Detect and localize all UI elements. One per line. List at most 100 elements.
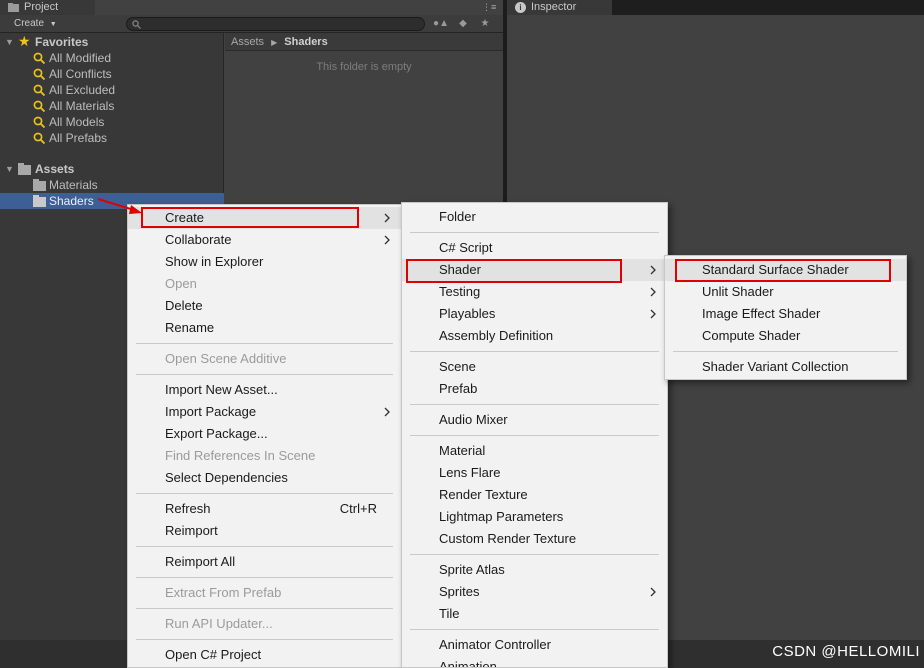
menu-item-label: C# Script [439,240,493,255]
menu-item-prefab[interactable]: Prefab [402,378,667,400]
filter-by-label-icon[interactable]: ◆ [454,17,472,31]
assets-header[interactable]: ▼ Assets [0,161,224,177]
tab-project[interactable]: Project [0,0,95,15]
menu-item-animator-controller[interactable]: Animator Controller [402,634,667,656]
annotation-box-shader [406,259,622,283]
menu-item-animation[interactable]: Animation [402,656,667,667]
menu-separator [136,639,393,640]
menu-item-open-csharp-project[interactable]: Open C# Project [128,644,401,666]
menu-separator [410,554,659,555]
menu-item-label: Rename [165,320,215,335]
menu-item-lightmap-parameters[interactable]: Lightmap Parameters [402,506,667,528]
search-icon [33,100,46,112]
folder-icon [33,179,46,191]
menu-item-label: Sprite Atlas [439,562,505,577]
menu-item-import-new-asset[interactable]: Import New Asset... [128,379,401,401]
favorite-label: All Materials [49,99,115,113]
menu-item-label: Import New Asset... [165,382,278,397]
search-input[interactable] [126,17,425,31]
menu-item-label: Prefab [439,381,478,396]
breadcrumb-current[interactable]: Shaders [284,36,327,48]
menu-item-assembly-definition[interactable]: Assembly Definition [402,325,667,347]
menu-item-label: Open [165,276,197,291]
breadcrumb-root[interactable]: Assets [231,36,264,48]
chevron-right-icon [650,265,656,275]
menu-separator [410,435,659,436]
expand-arrow-icon[interactable]: ▼ [5,34,14,50]
menu-item-label: Playables [439,306,496,321]
menu-item-image-effect-shader[interactable]: Image Effect Shader [665,303,906,325]
favorite-item[interactable]: All Excluded [0,82,224,98]
menu-item-render-texture[interactable]: Render Texture [402,484,667,506]
menu-separator [136,343,393,344]
search-icon [33,68,46,80]
menu-item-collaborate[interactable]: Collaborate [128,229,401,251]
expand-arrow-icon[interactable]: ▼ [5,161,14,177]
menu-item-open-scene-additive: Open Scene Additive [128,348,401,370]
menu-item-import-package[interactable]: Import Package [128,401,401,423]
favorite-item[interactable]: All Prefabs [0,130,224,146]
menu-item-testing[interactable]: Testing [402,281,667,303]
menu-item-compute-shader[interactable]: Compute Shader [665,325,906,347]
tree-item-label: Materials [49,178,98,192]
menu-item-audio-mixer[interactable]: Audio Mixer [402,409,667,431]
favorite-item[interactable]: All Models [0,114,224,130]
menu-item-reimport[interactable]: Reimport [128,520,401,542]
chevron-right-icon [384,407,390,417]
favorite-item[interactable]: All Conflicts [0,66,224,82]
menu-item-sprites[interactable]: Sprites [402,581,667,603]
favorite-item[interactable]: All Materials [0,98,224,114]
menu-item-label: Select Dependencies [165,470,288,485]
menu-item-label: Audio Mixer [439,412,508,427]
menu-item-delete[interactable]: Delete [128,295,401,317]
panel-menu-icon[interactable]: ⋮≡ [482,2,502,13]
menu-item-sprite-atlas[interactable]: Sprite Atlas [402,559,667,581]
menu-item-refresh[interactable]: Refresh Ctrl+R [128,498,401,520]
tree-item-materials[interactable]: Materials [0,177,224,193]
menu-separator [673,351,898,352]
menu-item-label: Shader Variant Collection [702,359,849,374]
breadcrumb: Assets ▶ Shaders [225,33,503,51]
create-button[interactable]: Create ▼ [4,17,60,31]
menu-item-label: Compute Shader [702,328,801,343]
assets-label: Assets [35,162,75,176]
chevron-right-icon [384,213,390,223]
menu-item-label: Scene [439,359,476,374]
menu-item-rename[interactable]: Rename [128,317,401,339]
favorite-item[interactable]: All Modified [0,50,224,66]
menu-item-shortcut: Ctrl+R [339,501,377,516]
menu-item-folder[interactable]: Folder [402,206,667,228]
menu-item-label: Render Texture [439,487,528,502]
menu-item-shader-variant-collection[interactable]: Shader Variant Collection [665,356,906,378]
tab-inspector[interactable]: i Inspector [507,0,612,15]
menu-item-custom-render-texture[interactable]: Custom Render Texture [402,528,667,550]
menu-item-export-package[interactable]: Export Package... [128,423,401,445]
menu-item-label: Reimport [165,523,218,538]
menu-item-playables[interactable]: Playables [402,303,667,325]
menu-item-open: Open [128,273,401,295]
menu-item-label: Find References In Scene [165,448,316,463]
menu-item-label: Open C# Project [165,647,262,662]
menu-item-material[interactable]: Material [402,440,667,462]
menu-item-label: Export Package... [165,426,268,441]
menu-item-label: Unlit Shader [702,284,774,299]
menu-item-scene[interactable]: Scene [402,356,667,378]
create-button-label: Create [14,18,45,29]
menu-item-csharp-script[interactable]: C# Script [402,237,667,259]
star-icon: ★ [18,33,31,49]
favorite-star-icon[interactable]: ★ [476,17,494,31]
filter-by-type-icon[interactable]: ●▲ [432,17,450,31]
menu-item-tile[interactable]: Tile [402,603,667,625]
menu-item-label: Lightmap Parameters [439,509,564,524]
menu-item-label: Refresh [165,501,211,516]
menu-item-find-references: Find References In Scene [128,445,401,467]
menu-item-reimport-all[interactable]: Reimport All [128,551,401,573]
favorites-header[interactable]: ▼ ★ Favorites [0,34,224,50]
menu-item-unlit-shader[interactable]: Unlit Shader [665,281,906,303]
menu-item-select-dependencies[interactable]: Select Dependencies [128,467,401,489]
menu-item-lens-flare[interactable]: Lens Flare [402,462,667,484]
menu-item-show-in-explorer[interactable]: Show in Explorer [128,251,401,273]
menu-separator [410,404,659,405]
menu-item-label: Delete [165,298,203,313]
chevron-right-icon [384,235,390,245]
